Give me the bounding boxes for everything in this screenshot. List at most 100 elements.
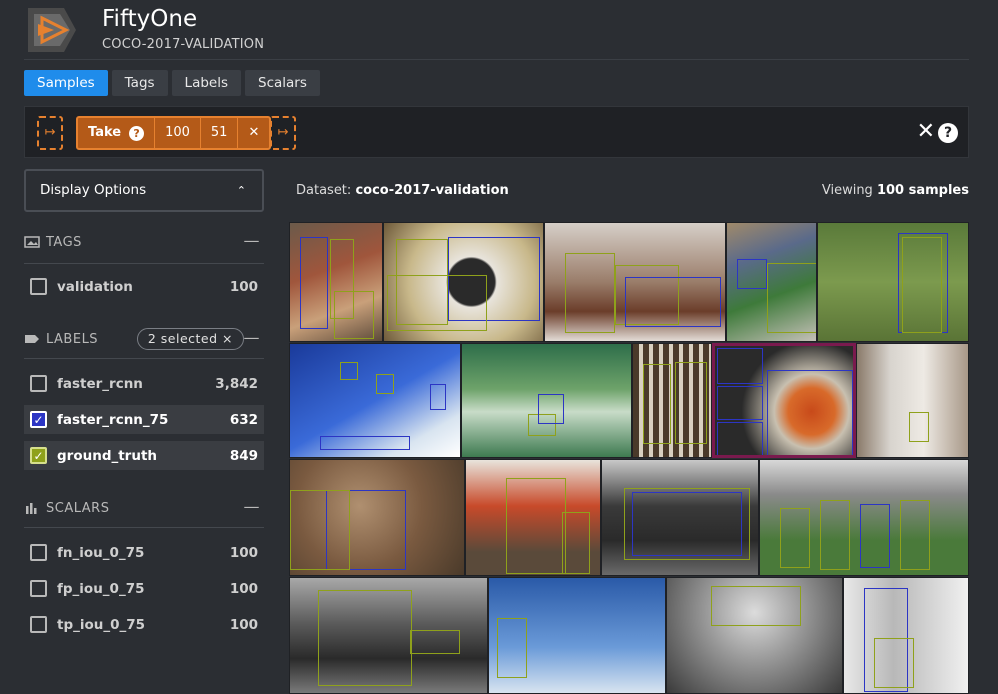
header: FiftyOne COCO-2017-VALIDATION [0, 0, 998, 60]
checkbox-checked[interactable]: ✓ [30, 411, 47, 428]
image-icon [24, 236, 40, 248]
sample-tile[interactable] [601, 459, 759, 576]
add-stage-before-button[interactable]: ↦ [37, 116, 63, 150]
divider [24, 263, 264, 264]
help-icon[interactable]: ? [938, 123, 958, 143]
tags-section-title: TAGS [46, 234, 82, 250]
scalar-row-fn-iou[interactable]: fn_iou_0_75 100 [24, 538, 264, 567]
scalar-count: 100 [229, 616, 258, 633]
label-count: 3,842 [215, 375, 258, 392]
sample-tile[interactable] [488, 577, 666, 694]
sample-tile[interactable] [465, 459, 601, 576]
label-count: 849 [229, 447, 258, 464]
sample-grid [289, 222, 969, 694]
sample-tile[interactable] [383, 222, 544, 342]
checkbox[interactable] [30, 278, 47, 295]
app-title: FiftyOne [102, 6, 198, 32]
sample-tile[interactable] [817, 222, 969, 342]
dataset-name: coco-2017-validation [355, 183, 509, 198]
tab-tags[interactable]: Tags [111, 70, 168, 96]
view-stage-take[interactable]: Take ? 100 51 ✕ [76, 116, 272, 150]
tag-label: validation [57, 278, 133, 295]
label-name: ground_truth [57, 447, 158, 464]
collapse-icon[interactable]: — [244, 231, 261, 250]
collapse-icon[interactable]: — [244, 328, 261, 347]
scalar-count: 100 [229, 580, 258, 597]
sample-tile[interactable] [289, 577, 488, 694]
label-row-ground-truth[interactable]: ✓ ground_truth 849 [24, 441, 264, 470]
scalars-section-title: SCALARS [46, 500, 110, 516]
sample-tile[interactable] [461, 343, 632, 458]
header-divider [24, 59, 969, 60]
sample-tile[interactable] [632, 343, 712, 458]
divider [24, 527, 264, 528]
checkbox[interactable] [30, 544, 47, 561]
sample-tile[interactable] [726, 222, 817, 342]
stage-param-seed[interactable]: 51 [201, 118, 239, 148]
checkbox[interactable] [30, 616, 47, 633]
viewing-samples: 100 samples [876, 183, 969, 198]
scalars-section-header[interactable]: SCALARS — [24, 493, 264, 523]
tags-section-header[interactable]: TAGS — [24, 227, 264, 257]
selected-labels-pill[interactable]: 2 selected × [136, 328, 244, 350]
display-options-button[interactable]: Display Options ⌃ [24, 169, 264, 212]
chevron-up-icon: ⌃ [236, 184, 246, 197]
stage-name-label: Take [88, 125, 122, 140]
view-bar: ↦ Take ? 100 51 ✕ ↦ ✕ ? [24, 106, 969, 158]
sample-tile[interactable] [856, 343, 969, 458]
checkbox[interactable] [30, 375, 47, 392]
tab-scalars[interactable]: Scalars [245, 70, 320, 96]
scalar-name: fp_iou_0_75 [57, 580, 145, 597]
sample-tile[interactable] [759, 459, 969, 576]
scalar-row-fp-iou[interactable]: fp_iou_0_75 100 [24, 574, 264, 603]
clear-view-button[interactable]: ✕ [917, 119, 935, 145]
labels-section-title: LABELS [46, 331, 99, 347]
viewing-prefix: Viewing [821, 183, 873, 198]
check-icon: ✓ [33, 412, 44, 427]
arrow-right-hook-icon: ↦ [277, 125, 289, 140]
fiftyone-logo-icon[interactable] [24, 4, 78, 56]
sample-tile[interactable] [544, 222, 726, 342]
display-options-label: Display Options [40, 182, 147, 198]
sample-tile[interactable] [289, 343, 461, 458]
stage-param-size[interactable]: 100 [155, 118, 201, 148]
scalar-name: fn_iou_0_75 [57, 544, 145, 561]
checkbox[interactable] [30, 580, 47, 597]
scalar-count: 100 [229, 544, 258, 561]
collapse-icon[interactable]: — [244, 497, 261, 516]
sample-tile[interactable] [289, 459, 465, 576]
dataset-label: Dataset: coco-2017-validation [296, 183, 509, 198]
checkbox-checked[interactable]: ✓ [30, 447, 47, 464]
sample-tile-selected[interactable] [712, 343, 856, 458]
tag-count: 100 [229, 278, 258, 295]
stage-remove-button[interactable]: ✕ [238, 118, 269, 148]
stage-name: Take ? [78, 118, 156, 148]
viewing-count: Viewing 100 samples [822, 183, 969, 198]
label-count: 632 [229, 411, 258, 428]
divider [24, 358, 264, 359]
bar-chart-icon [26, 503, 37, 514]
stage-help-icon[interactable]: ? [129, 125, 145, 141]
label-row-faster-rcnn[interactable]: faster_rcnn 3,842 [24, 369, 264, 398]
tab-samples[interactable]: Samples [24, 70, 108, 96]
tab-labels[interactable]: Labels [171, 70, 241, 96]
dataset-title: COCO-2017-VALIDATION [102, 37, 265, 52]
scalar-row-tp-iou[interactable]: tp_iou_0_75 100 [24, 610, 264, 639]
arrow-right-hook-icon: ↦ [44, 125, 56, 140]
add-stage-after-button[interactable]: ↦ [270, 116, 296, 150]
sample-tile[interactable] [843, 577, 969, 694]
tag-row-validation[interactable]: validation 100 [24, 272, 264, 301]
dataset-prefix: Dataset: [296, 183, 352, 198]
scalar-name: tp_iou_0_75 [57, 616, 146, 633]
label-name: faster_rcnn [57, 375, 143, 392]
close-icon: ✕ [916, 119, 935, 144]
close-icon: ✕ [248, 125, 260, 140]
labels-section-header[interactable]: LABELS 2 selected × — [24, 324, 264, 354]
nav-tabs: Samples Tags Labels Scalars [24, 70, 320, 96]
label-name: faster_rcnn_75 [57, 411, 169, 428]
sample-tile[interactable] [666, 577, 843, 694]
label-tag-icon [25, 335, 39, 343]
check-icon: ✓ [33, 448, 44, 463]
label-row-faster-rcnn-75[interactable]: ✓ faster_rcnn_75 632 [24, 405, 264, 434]
sample-tile[interactable] [289, 222, 383, 342]
